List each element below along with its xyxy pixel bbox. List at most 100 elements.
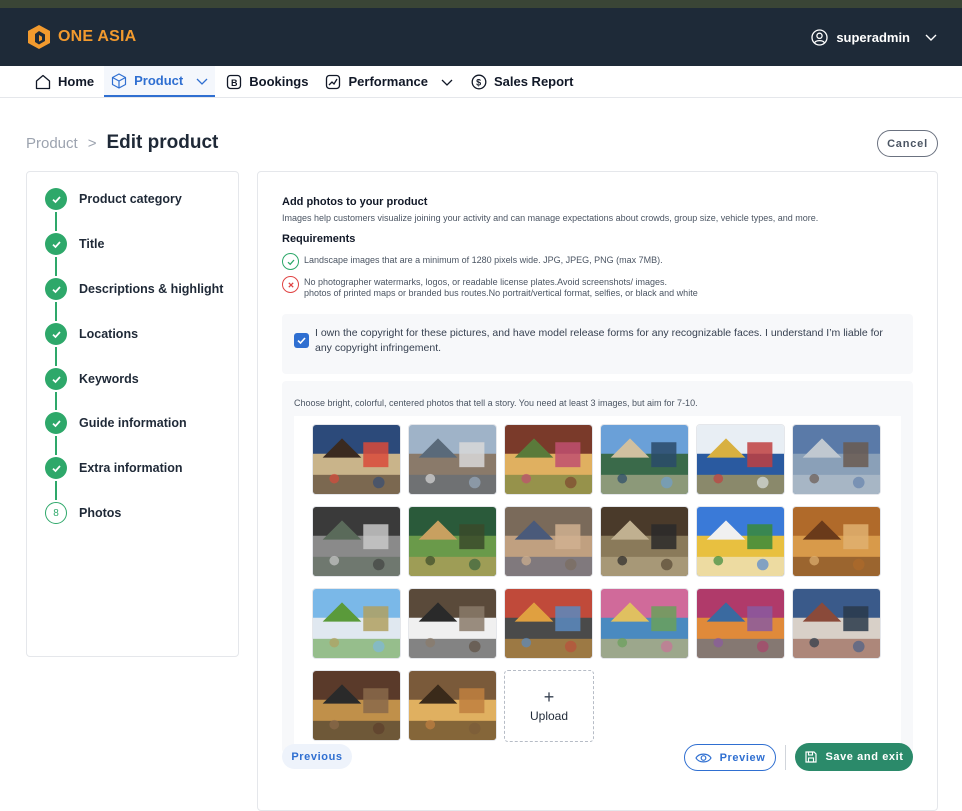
- photo-thumbnail[interactable]: [504, 506, 593, 577]
- chevron-down-icon: [196, 78, 208, 85]
- photo-thumbnail[interactable]: [696, 424, 785, 495]
- photo-thumbnail[interactable]: [600, 424, 689, 495]
- check-icon: [45, 368, 67, 390]
- step-item[interactable]: Locations: [45, 323, 138, 345]
- requirements-title: Requirements: [282, 233, 356, 245]
- step-number: 8: [45, 502, 67, 524]
- brand-logo[interactable]: ONE ASIA: [26, 24, 136, 50]
- user-icon: [811, 28, 828, 46]
- nav-label-product: Product: [134, 73, 184, 88]
- consent-text: I own the copyright for these pictures, …: [315, 327, 883, 354]
- app-header: ONE ASIA superadmin: [0, 8, 962, 66]
- breadcrumb-separator: >: [87, 135, 97, 152]
- photo-thumbnail[interactable]: [312, 506, 401, 577]
- nav-item-bookings[interactable]: B Bookings: [219, 66, 314, 97]
- photo-thumbnail[interactable]: [312, 670, 401, 741]
- step-connector: [55, 347, 57, 366]
- photo-thumbnail[interactable]: [792, 506, 881, 577]
- user-menu[interactable]: superadmin: [811, 28, 938, 46]
- photos-hint: Choose bright, colorful, centered photos…: [294, 398, 698, 408]
- photo-thumbnail[interactable]: [792, 424, 881, 495]
- brand-name: ONE ASIA: [58, 28, 137, 45]
- main-nav: Home Product B Bookings Performance $ Sa…: [0, 66, 962, 98]
- consent-checkbox[interactable]: [294, 333, 309, 348]
- step-item[interactable]: 8 Photos: [45, 502, 121, 524]
- user-name: superadmin: [836, 29, 910, 45]
- photo-thumbnail[interactable]: [312, 424, 401, 495]
- step-label: Title: [79, 237, 105, 251]
- photo-thumbnail[interactable]: [408, 588, 497, 659]
- upload-button[interactable]: + Upload: [504, 670, 594, 742]
- svg-text:$: $: [476, 77, 481, 87]
- dollar-icon: $: [471, 74, 487, 89]
- step-item[interactable]: Keywords: [45, 368, 139, 390]
- preview-button[interactable]: Preview: [684, 744, 776, 771]
- photo-thumbnail[interactable]: [792, 588, 881, 659]
- photo-thumbnail[interactable]: [696, 506, 785, 577]
- cancel-button[interactable]: Cancel: [877, 130, 938, 157]
- footer-divider: [785, 745, 786, 770]
- checkmark-icon: [297, 337, 306, 345]
- requirement-bad: No photographer watermarks, logos, or re…: [282, 276, 698, 299]
- chevron-down-icon: [925, 34, 937, 41]
- nav-item-sales-report[interactable]: $ Sales Report: [464, 66, 579, 97]
- requirement-bad-text: No photographer watermarks, logos, or re…: [304, 277, 698, 299]
- preview-label: Preview: [719, 751, 766, 764]
- requirement-ok-text: Landscape images that are a minimum of 1…: [304, 255, 663, 265]
- save-and-exit-button[interactable]: Save and exit: [795, 743, 913, 771]
- step-item[interactable]: Product category: [45, 188, 182, 210]
- step-item[interactable]: Guide information: [45, 412, 187, 434]
- step-item[interactable]: Extra information: [45, 457, 183, 479]
- photo-grid: [294, 416, 901, 753]
- upload-label: Upload: [529, 709, 569, 723]
- previous-button[interactable]: Previous: [282, 744, 352, 769]
- step-label: Guide information: [79, 416, 187, 430]
- steps-panel: Product category Title Descriptions & high…: [26, 171, 239, 657]
- top-strip: [0, 0, 962, 8]
- step-connector: [55, 436, 57, 455]
- step-label: Locations: [79, 327, 139, 341]
- check-icon: [45, 412, 67, 434]
- chevron-down-icon: [441, 79, 453, 86]
- step-item[interactable]: Descriptions & highlight: [45, 278, 223, 300]
- step-label: Photos: [79, 506, 122, 520]
- save-icon: [805, 751, 818, 763]
- photo-thumbnail[interactable]: [408, 670, 497, 741]
- check-icon: [45, 188, 67, 210]
- nav-item-home[interactable]: Home: [28, 66, 100, 97]
- photo-thumbnail[interactable]: [696, 588, 785, 659]
- chart-icon: [326, 74, 341, 89]
- nav-item-performance[interactable]: Performance: [318, 66, 459, 97]
- home-icon: [35, 74, 51, 89]
- bookings-icon: B: [227, 74, 242, 89]
- photo-thumbnail[interactable]: [504, 588, 593, 659]
- photo-thumbnail[interactable]: [408, 506, 497, 577]
- step-connector: [55, 392, 57, 410]
- photo-thumbnail[interactable]: [600, 588, 689, 659]
- photo-thumbnail[interactable]: [504, 424, 593, 495]
- step-label: Product category: [79, 192, 182, 206]
- section-title: Add photos to your product: [282, 196, 428, 208]
- step-label: Descriptions & highlight: [79, 282, 224, 296]
- page-title: Edit product: [106, 132, 219, 153]
- photo-thumbnail[interactable]: [312, 588, 401, 659]
- requirement-bad-line-2: photos of printed maps or branded bus ro…: [304, 288, 698, 298]
- logo-icon: [28, 25, 50, 49]
- check-icon: [45, 278, 67, 300]
- x-circle-icon: [282, 276, 299, 293]
- step-connector: [55, 302, 57, 321]
- photo-thumbnail[interactable]: [600, 506, 689, 577]
- box-icon: [112, 72, 127, 89]
- step-connector: [55, 481, 57, 500]
- check-icon: [45, 323, 67, 345]
- step-label: Extra information: [79, 461, 183, 475]
- check-icon: [45, 233, 67, 255]
- nav-label-home: Home: [58, 74, 95, 89]
- breadcrumb-parent[interactable]: Product: [26, 135, 78, 152]
- step-item[interactable]: Title: [45, 233, 104, 255]
- nav-item-product[interactable]: Product: [104, 66, 216, 97]
- nav-label-sales-report: Sales Report: [493, 74, 574, 89]
- requirement-bad-line-1: No photographer watermarks, logos, or re…: [304, 277, 668, 287]
- photo-thumbnail[interactable]: [408, 424, 497, 495]
- check-icon: [45, 457, 67, 479]
